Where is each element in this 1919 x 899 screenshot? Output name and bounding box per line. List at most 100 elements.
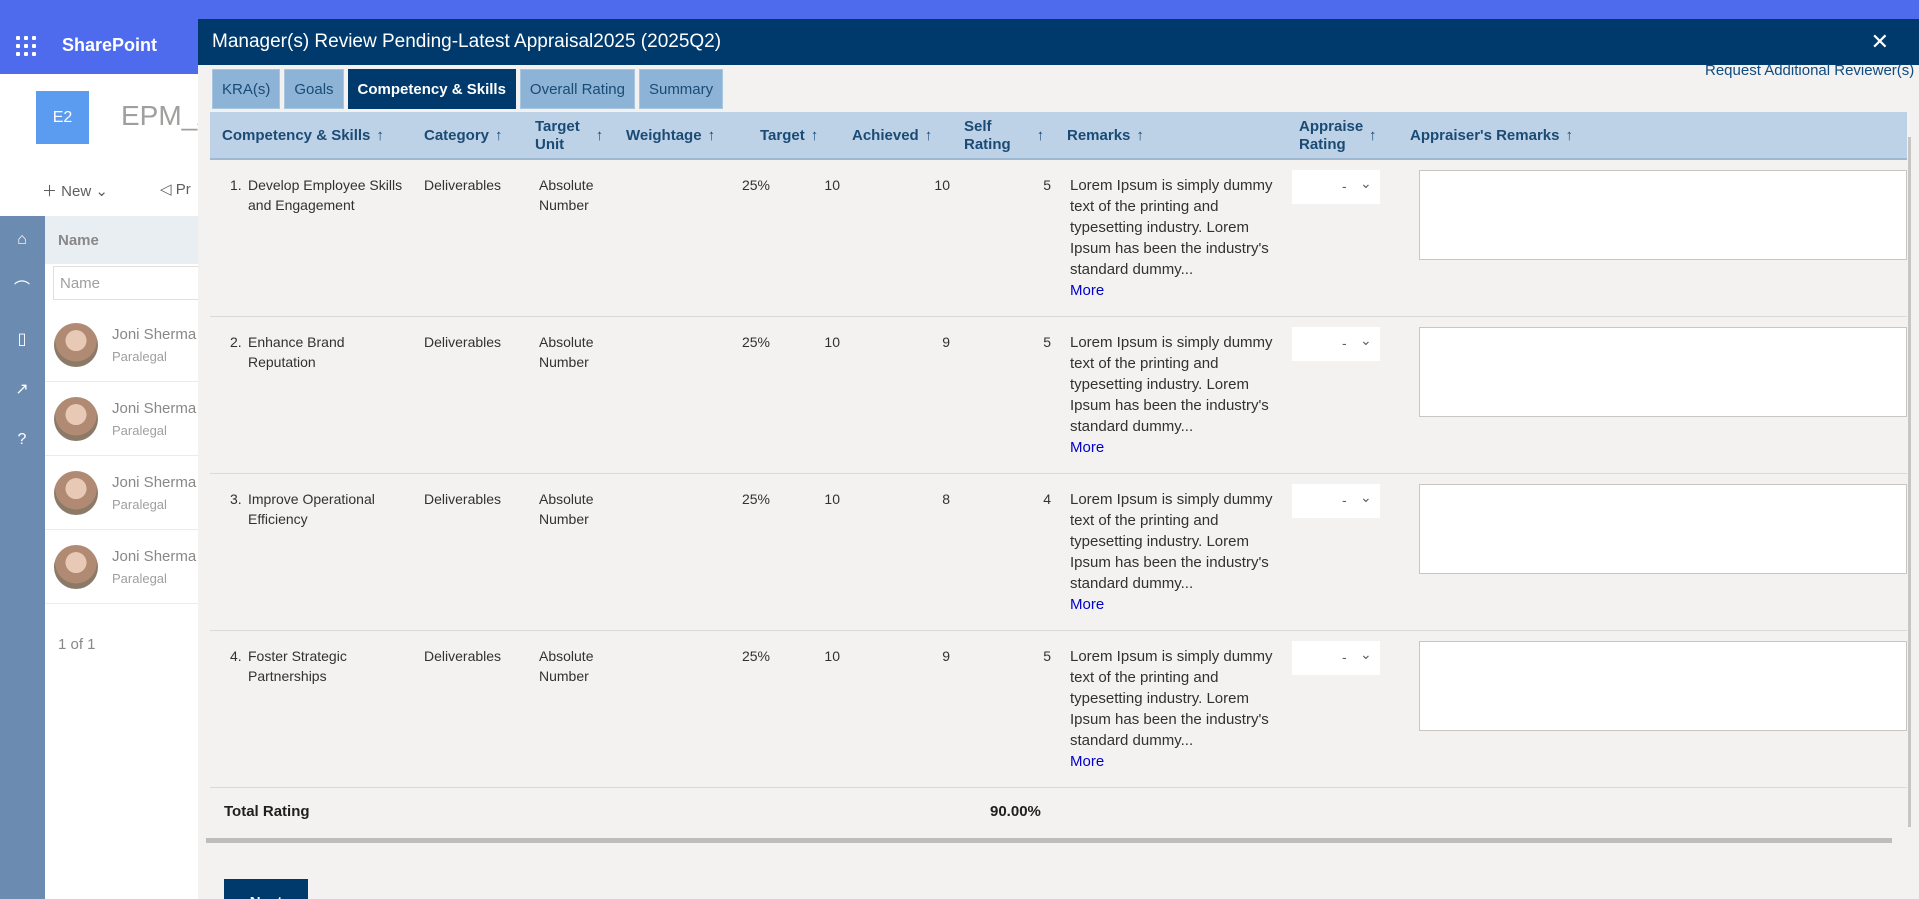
table-row: 2. Enhance Brand Reputation Deliverables… [210,317,1907,474]
people-list: Name Name Joni Sherma Paralegal Joni She… [45,216,203,899]
self-rating: 5 [1043,648,1051,664]
chevron-down-icon: ⌄ [91,183,108,200]
vertical-scrollbar[interactable] [1908,137,1911,827]
target-unit: Absolute Number [539,491,594,527]
avatar [54,323,98,367]
more-link[interactable]: More [1070,751,1275,772]
column-header-weightage[interactable]: Weightage ↑ [626,112,715,160]
request-reviewers-link[interactable]: Request Additional Reviewer(s) [1705,62,1914,79]
home-icon[interactable]: ⌂ [12,230,32,250]
sort-arrow-icon: ↑ [1136,127,1144,144]
sort-arrow-icon: ↑ [924,127,933,144]
row-index: 2. [230,334,242,350]
achieved: 10 [934,177,950,193]
plus-icon: ＋ [42,183,62,200]
horizontal-scrollbar[interactable] [206,838,1892,843]
column-header-remarks[interactable]: Remarks ↑ [1067,112,1144,160]
more-link[interactable]: More [1070,280,1275,301]
chevron-down-icon: ⌄ [1360,646,1372,662]
list-header[interactable]: Name [45,216,200,264]
column-header-appraiser-remarks[interactable]: Appraiser's Remarks ↑ [1410,112,1573,160]
sort-arrow-icon: ↑ [1369,127,1377,144]
category: Deliverables [424,648,502,664]
target: 10 [824,491,840,507]
competency-name: Develop Employee Skills and Engagement [248,177,403,213]
weightage: 25% [741,648,770,664]
appraiser-remarks-field[interactable] [1419,327,1907,417]
document-icon[interactable]: ▯ [12,330,32,350]
target: 10 [824,648,840,664]
chevron-down-icon: ⌄ [1360,489,1372,505]
list-item[interactable]: Joni Sherma Paralegal [45,530,200,604]
column-header-appraiser-rating[interactable]: Appraiser Rating ↑ [1299,112,1389,160]
brand-name[interactable]: SharePoint [62,35,157,56]
competency-name: Enhance Brand Reputation [248,334,345,370]
promote-command[interactable]: ◁ Pr [160,180,191,198]
category: Deliverables [424,334,502,350]
sort-arrow-icon: ↑ [810,127,819,144]
remarks: Lorem Ipsum is simply dummy text of the … [1070,646,1275,772]
remarks: Lorem Ipsum is simply dummy text of the … [1070,175,1275,301]
total-rating-value: 90.00% [990,803,1041,820]
tab-bar: KRA(s) Goals Competency & Skills Overall… [212,69,724,109]
column-header-competency[interactable]: Competency & Skills ↑ [222,112,384,160]
chart-icon[interactable]: ↗ [12,380,32,400]
app-launcher-icon[interactable] [16,36,36,56]
new-command[interactable]: ＋ New ⌄ [42,180,108,201]
appraiser-remarks-field[interactable] [1419,170,1907,260]
appraiser-rating-select[interactable]: - ⌄ [1292,327,1380,361]
row-index: 3. [230,491,242,507]
column-header-target-unit[interactable]: Target Unit ↑ [535,112,615,160]
sort-arrow-icon: ↑ [595,127,604,144]
site-logo: E2 [36,91,89,144]
tab-goals[interactable]: Goals [284,69,344,109]
column-header-category[interactable]: Category ↑ [424,112,503,160]
category: Deliverables [424,177,502,193]
table-row: 1. Develop Employee Skills and Engagemen… [210,160,1907,317]
tab-summary[interactable]: Summary [638,69,724,109]
weightage: 25% [741,491,770,507]
appraiser-remarks-field[interactable] [1419,484,1907,574]
more-link[interactable]: More [1070,594,1275,615]
avatar [54,471,98,515]
tab-competency-skills[interactable]: Competency & Skills [347,69,516,109]
row-index: 1. [230,177,242,193]
dialog-header: Manager(s) Review Pending-Latest Apprais… [198,19,1919,65]
megaphone-icon: ◁ [160,181,176,198]
sort-arrow-icon: ↑ [707,127,716,144]
pagination-status: 1 of 1 [58,636,96,653]
tab-kras[interactable]: KRA(s) [212,69,281,109]
chevron-down-icon: ⌄ [1360,332,1372,348]
table-row: 4. Foster Strategic Partnerships Deliver… [210,631,1907,788]
column-header-achieved[interactable]: Achieved ↑ [852,112,932,160]
app-bar: ⌂ ⌒ ▯ ↗ ? [0,216,45,899]
appraisal-dialog: Manager(s) Review Pending-Latest Apprais… [198,19,1919,899]
total-rating-label: Total Rating [224,803,310,820]
sites-icon[interactable]: ⌒ [12,280,32,300]
remarks: Lorem Ipsum is simply dummy text of the … [1070,489,1275,615]
appraiser-rating-select[interactable]: - ⌄ [1292,484,1380,518]
list-item[interactable]: Joni Sherma Paralegal [45,382,200,456]
appraiser-remarks-field[interactable] [1419,641,1907,731]
help-icon[interactable]: ? [12,430,32,450]
weightage: 25% [741,177,770,193]
avatar [54,397,98,441]
column-header-self-rating[interactable]: Self Rating ↑ [964,112,1049,160]
name-filter-input[interactable]: Name [53,266,203,300]
sort-arrow-icon: ↑ [1565,127,1573,144]
list-item[interactable]: Joni Sherma Paralegal [45,308,200,382]
achieved: 8 [942,491,950,507]
target-unit: Absolute Number [539,177,594,213]
sort-arrow-icon: ↑ [495,127,503,144]
appraiser-rating-select[interactable]: - ⌄ [1292,641,1380,675]
column-header-target[interactable]: Target ↑ [760,112,818,160]
tab-overall-rating[interactable]: Overall Rating [519,69,635,109]
target-unit: Absolute Number [539,648,594,684]
close-icon[interactable]: ✕ [1871,29,1889,55]
sort-arrow-icon: ↑ [376,127,384,144]
appraiser-rating-select[interactable]: - ⌄ [1292,170,1380,204]
competency-name: Improve Operational Efficiency [248,491,375,527]
list-item[interactable]: Joni Sherma Paralegal [45,456,200,530]
next-button[interactable]: Next [224,879,308,899]
more-link[interactable]: More [1070,437,1275,458]
